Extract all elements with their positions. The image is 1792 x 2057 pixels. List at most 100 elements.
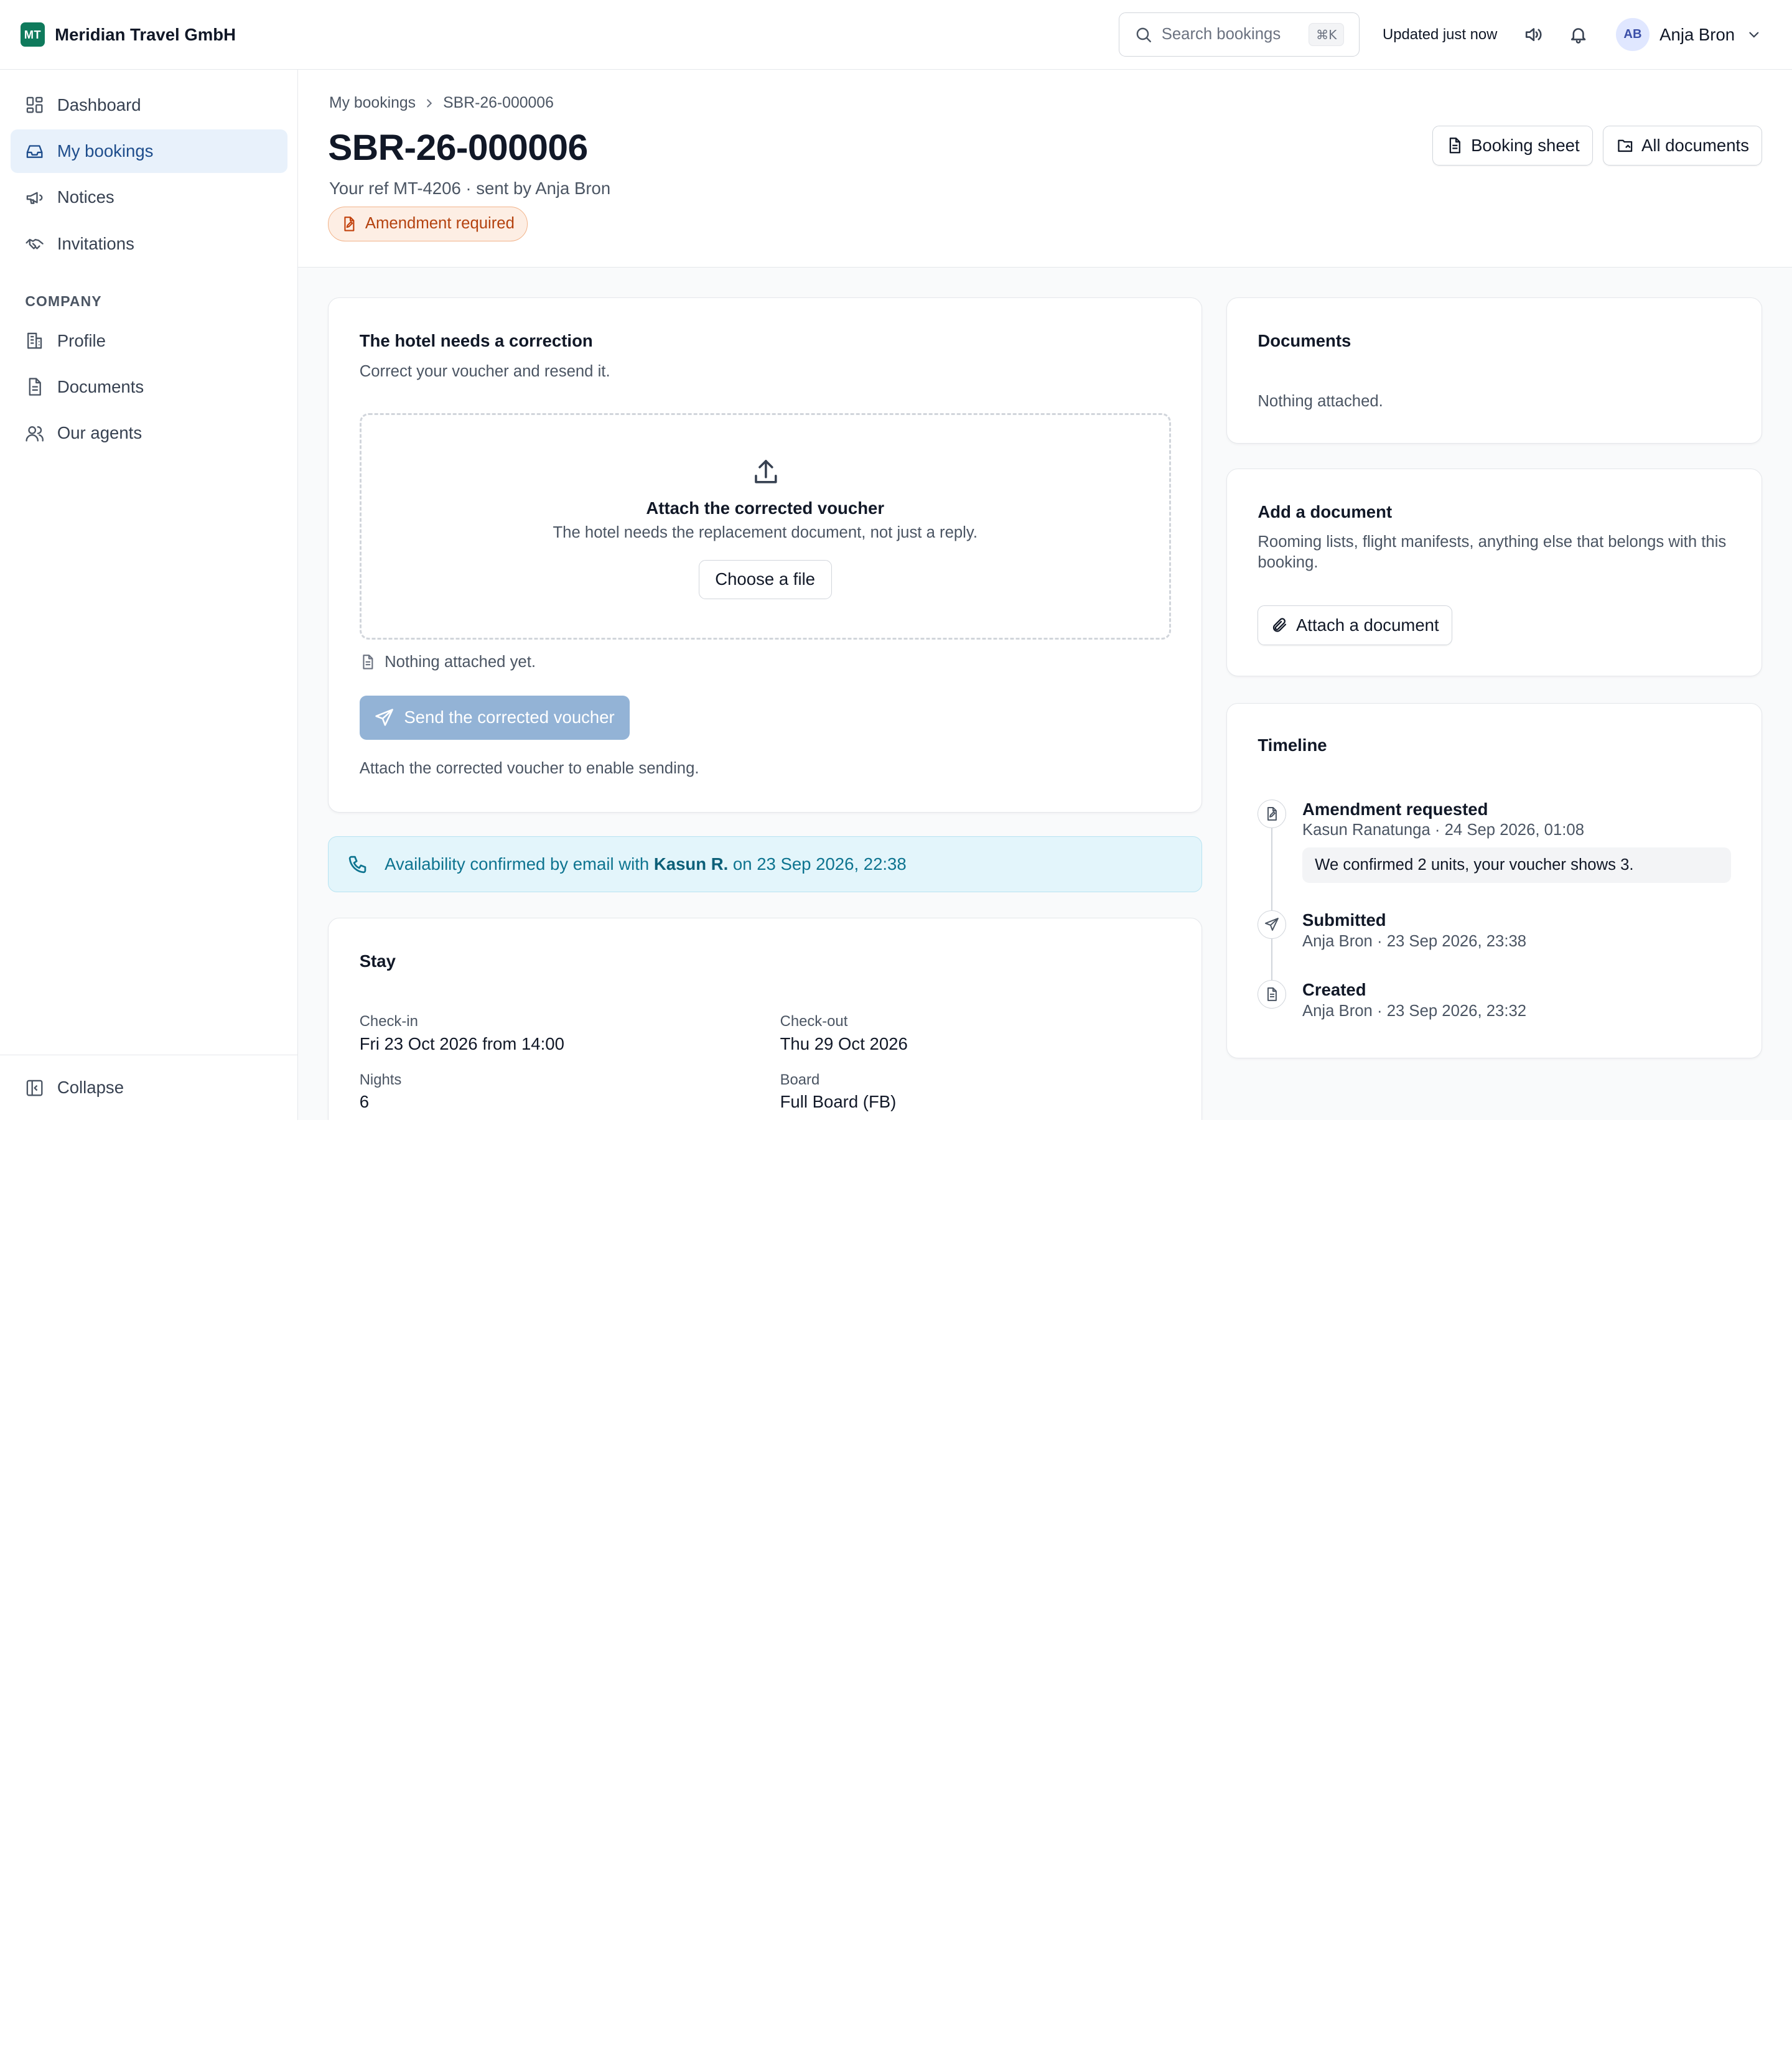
chevron-right-icon <box>427 99 432 108</box>
content-area: The hotel needs a correction Correct you… <box>298 267 1792 1120</box>
timeline-event-meta: Anja Bron · 23 Sep 2026, 23:38 <box>1302 932 1527 950</box>
sidebar-item-label: My bookings <box>57 141 154 161</box>
brand-name: Meridian Travel GmbH <box>55 24 236 44</box>
search-icon <box>1136 27 1151 42</box>
file-text-icon <box>1267 987 1277 1001</box>
choose-file-button[interactable]: Choose a file <box>698 560 832 599</box>
sidebar-item-dashboard[interactable]: Dashboard <box>11 83 287 127</box>
availability-banner: Availability confirmed by email with Kas… <box>328 836 1203 893</box>
brand-logo: MT <box>21 22 45 47</box>
notifications-button[interactable] <box>1566 22 1591 47</box>
sidebar-collapse-icon <box>27 1080 43 1096</box>
file-text-icon <box>1449 138 1460 154</box>
add-document-card: Add a document Rooming lists, flight man… <box>1226 469 1763 677</box>
sound-toggle-button[interactable] <box>1520 22 1545 47</box>
correction-card: The hotel needs a correction Correct you… <box>328 297 1203 813</box>
timeline-dot <box>1258 979 1287 1009</box>
timeline-event-meta: Anja Bron · 23 Sep 2026, 23:32 <box>1302 1002 1527 1020</box>
banner-suffix: on 23 Sep 2026, 22:38 <box>728 854 907 874</box>
upload-icon <box>755 460 777 483</box>
breadcrumb-link-my-bookings[interactable]: My bookings <box>329 95 416 112</box>
attachment-status: Nothing attached yet. <box>360 653 536 671</box>
timeline-dot <box>1258 799 1287 828</box>
collapse-sidebar-button[interactable]: Collapse <box>0 1055 297 1120</box>
checkout-field: Check-out Thu 29 Oct 2026 <box>780 1013 908 1054</box>
sidebar-item-label: Our agents <box>57 423 142 443</box>
board-label: Board <box>780 1071 820 1088</box>
documents-card: Documents Nothing attached. <box>1226 297 1763 444</box>
sidebar-item-our-agents[interactable]: Our agents <box>11 411 287 455</box>
section-label-company: COMPANY <box>25 293 102 310</box>
banner-contact: Kasun R. <box>653 854 729 874</box>
booking-reference: Your ref MT-4206 · sent by Anja Bron <box>329 178 611 198</box>
app-window: MT Meridian Travel GmbH Search bookings … <box>0 0 1792 1120</box>
megaphone-icon <box>27 192 43 204</box>
attachment-status-text: Nothing attached yet. <box>385 653 536 671</box>
correction-subtitle: Correct your voucher and resend it. <box>359 363 610 381</box>
banner-prefix: Availability confirmed by email with <box>385 854 654 874</box>
add-document-description: Rooming lists, flight manifests, anythin… <box>1258 533 1727 572</box>
nights-value: 6 <box>359 1092 370 1112</box>
add-document-title: Add a document <box>1258 502 1393 522</box>
attach-document-button[interactable]: Attach a document <box>1258 605 1452 645</box>
board-value: Full Board (FB) <box>780 1092 897 1112</box>
left-column: The hotel needs a correction Correct you… <box>328 297 1203 1120</box>
sidebar-item-label: Dashboard <box>57 95 141 114</box>
dropzone-subtitle: The hotel needs the replacement document… <box>553 523 978 541</box>
users-icon <box>26 426 44 442</box>
all-documents-button[interactable]: All documents <box>1603 126 1763 166</box>
file-icon <box>29 378 42 396</box>
send-corrected-voucher-button[interactable]: Send the corrected voucher <box>359 695 630 740</box>
handshake-icon <box>26 238 44 250</box>
collapse-label: Collapse <box>57 1078 124 1098</box>
sidebar-item-my-bookings[interactable]: My bookings <box>10 129 287 174</box>
chevron-down-icon <box>1749 32 1759 38</box>
board-field: Board Full Board (FB) <box>780 1071 897 1112</box>
brand[interactable]: MT Meridian Travel GmbH <box>0 22 236 47</box>
timeline-event-note: We confirmed 2 units, your voucher shows… <box>1302 847 1731 884</box>
dashboard-icon <box>27 97 43 113</box>
attach-document-label: Attach a document <box>1295 615 1439 635</box>
sidebar-item-label: Profile <box>57 330 106 350</box>
building-icon <box>27 332 42 349</box>
user-menu[interactable]: AB Anja Bron <box>1616 17 1762 52</box>
sidebar-item-invitations[interactable]: Invitations <box>11 222 287 266</box>
top-bar: MT Meridian Travel GmbH Search bookings … <box>0 0 1792 70</box>
documents-title: Documents <box>1258 330 1351 350</box>
booking-sheet-button[interactable]: Booking sheet <box>1432 126 1593 166</box>
stay-card: Stay Check-in Fri 23 Oct 2026 from 14:00… <box>328 917 1203 1120</box>
sidebar-item-label: Notices <box>57 187 114 207</box>
page-title: SBR-26-000006 <box>328 127 588 168</box>
phone-icon <box>348 856 366 874</box>
send-icon <box>375 709 393 726</box>
dropzone-title: Attach the corrected voucher <box>646 498 885 518</box>
sidebar: Dashboard My bookings Notices Invitation… <box>0 70 299 1120</box>
send-hint: Attach the corrected voucher to enable s… <box>359 759 699 777</box>
file-dropzone[interactable]: Attach the corrected voucher The hotel n… <box>359 413 1171 640</box>
timeline-event-meta: Kasun Ranatunga · 24 Sep 2026, 01:08 <box>1302 821 1584 839</box>
all-documents-label: All documents <box>1641 136 1749 156</box>
checkin-field: Check-in Fri 23 Oct 2026 from 14:00 <box>360 1013 564 1054</box>
timeline-event-title: Submitted <box>1302 910 1386 930</box>
file-edit-icon <box>344 217 355 231</box>
sidebar-item-notices[interactable]: Notices <box>11 175 287 219</box>
nights-label: Nights <box>359 1071 402 1088</box>
checkout-label: Check-out <box>780 1013 848 1030</box>
page-header: My bookings SBR-26-000006 SBR-26-000006 … <box>298 70 1792 268</box>
updated-status: Updated just now <box>1383 26 1498 43</box>
sidebar-item-label: Invitations <box>57 233 134 253</box>
booking-sheet-label: Booking sheet <box>1471 136 1580 156</box>
stay-title: Stay <box>359 951 396 971</box>
avatar: AB <box>1616 17 1650 52</box>
speaker-icon <box>1525 28 1542 41</box>
file-edit-icon <box>1267 806 1277 821</box>
sidebar-item-profile[interactable]: Profile <box>11 319 287 363</box>
search-input[interactable]: Search bookings ⌘K <box>1118 12 1360 57</box>
sidebar-item-documents[interactable]: Documents <box>11 365 287 409</box>
checkin-label: Check-in <box>359 1013 418 1030</box>
sidebar-item-label: Documents <box>57 376 144 396</box>
main-content: My bookings SBR-26-000006 SBR-26-000006 … <box>298 70 1792 1120</box>
paperclip-icon <box>1272 618 1286 632</box>
file-icon <box>363 655 373 669</box>
user-name: Anja Bron <box>1659 24 1735 44</box>
